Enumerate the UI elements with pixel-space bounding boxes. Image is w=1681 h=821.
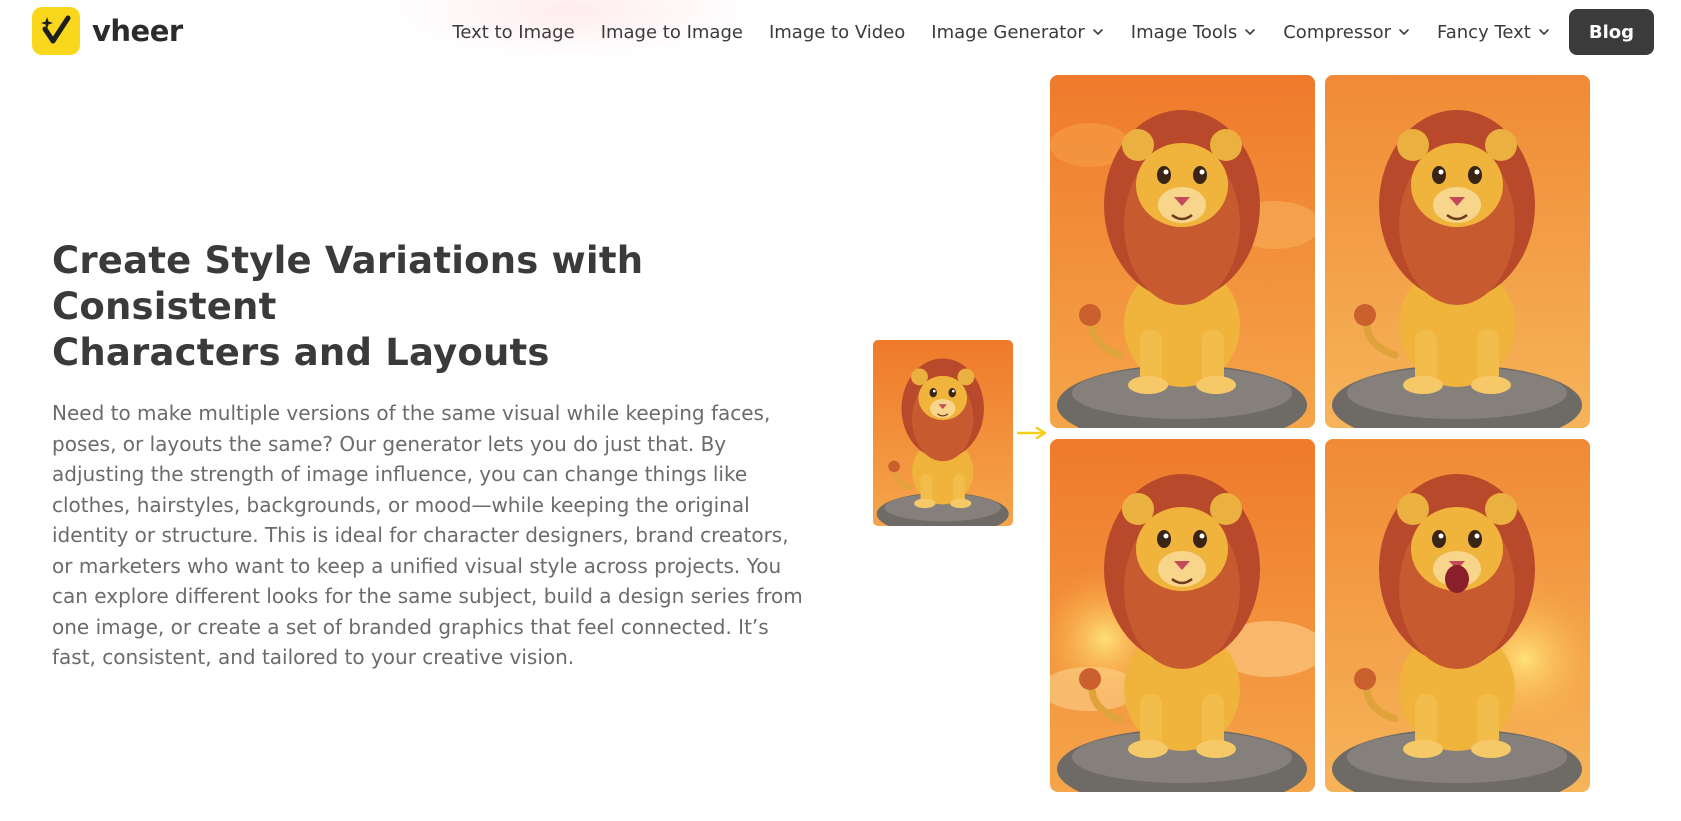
nav-label: Text to Image <box>452 21 575 43</box>
nav-label: Fancy Text <box>1437 21 1531 43</box>
sparkle-check-icon <box>32 7 80 55</box>
section-title: Create Style Variations with Consistent … <box>52 238 812 376</box>
top-header: vheer Text to Image Image to Image Image… <box>0 0 1681 64</box>
nav-image-tools[interactable]: Image Tools <box>1131 22 1257 43</box>
variation-image-2 <box>1325 75 1590 428</box>
nav-fancy-text[interactable]: Fancy Text <box>1437 22 1551 43</box>
chevron-down-icon <box>1539 29 1549 36</box>
nav-label: Image to Video <box>768 21 906 43</box>
nav-image-generator[interactable]: Image Generator <box>931 22 1105 43</box>
section-title-line1: Create Style Variations with Consistent <box>52 239 644 328</box>
variation-image-1 <box>1050 75 1315 428</box>
variation-image-3 <box>1050 439 1315 792</box>
brand-logo[interactable]: vheer <box>32 7 183 55</box>
nav-compressor[interactable]: Compressor <box>1283 22 1411 43</box>
feature-section: Create Style Variations with Consistent … <box>52 238 812 673</box>
source-image <box>873 340 1013 526</box>
nav-label: Image Generator <box>931 21 1085 43</box>
nav-text-to-image[interactable]: Text to Image <box>452 22 574 43</box>
blog-button[interactable]: Blog <box>1568 9 1654 55</box>
section-description: Need to make multiple versions of the sa… <box>52 401 803 669</box>
chevron-down-icon <box>1092 29 1103 36</box>
nav-image-to-image[interactable]: Image to Image <box>601 22 743 43</box>
chevron-down-icon <box>1399 29 1409 36</box>
nav-image-to-video[interactable]: Image to Video <box>769 22 905 43</box>
main-nav: Text to Image Image to Image Image to Vi… <box>426 9 1654 55</box>
section-title-line2: Characters and Layouts <box>52 331 550 374</box>
brand-name: vheer <box>92 14 183 48</box>
nav-label: Image to Image <box>600 21 743 43</box>
nav-label: Image Tools <box>1130 21 1238 43</box>
variation-image-4 <box>1325 439 1590 792</box>
chevron-down-icon <box>1245 29 1256 36</box>
nav-label: Compressor <box>1283 21 1392 43</box>
arrow-right-icon <box>1017 426 1047 440</box>
